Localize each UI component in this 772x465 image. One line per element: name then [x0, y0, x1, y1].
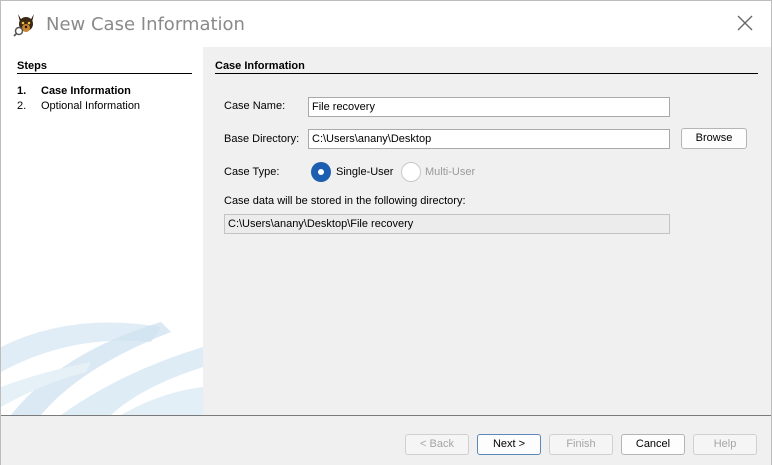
step-label: Case Information [41, 85, 131, 97]
back-button[interactable]: < Back [405, 434, 469, 455]
storage-note: Case data will be stored in the followin… [224, 195, 466, 207]
step-number: 1. [17, 85, 27, 97]
cancel-button[interactable]: Cancel [621, 434, 685, 455]
new-case-dialog: New Case Information Steps 1. Case Inform… [0, 0, 772, 465]
multi-user-label[interactable]: Multi-User [425, 166, 475, 178]
case-name-label: Case Name: [224, 100, 286, 112]
storage-path-field: C:\Users\anany\Desktop\File recovery [224, 214, 670, 234]
case-type-label: Case Type: [224, 166, 280, 178]
case-information-panel: Case Information Case Name: File recover… [203, 47, 771, 415]
browse-button[interactable]: Browse [681, 128, 747, 149]
section-heading: Case Information [215, 60, 305, 72]
step-number: 2. [17, 100, 27, 112]
close-button[interactable] [727, 9, 763, 39]
title-bar: New Case Information [1, 1, 771, 47]
step-case-information: 1. Case Information [17, 85, 131, 97]
finish-button[interactable]: Finish [549, 434, 613, 455]
section-divider [215, 73, 758, 74]
single-user-radio[interactable] [311, 162, 331, 182]
autopsy-dog-icon [13, 11, 39, 37]
close-icon [737, 15, 753, 34]
steps-heading: Steps [17, 60, 47, 72]
case-name-input[interactable]: File recovery [308, 97, 670, 117]
multi-user-radio[interactable] [401, 162, 421, 182]
steps-panel: Steps 1. Case Information 2. Optional Info… [1, 47, 203, 415]
base-directory-label: Base Directory: [224, 133, 300, 145]
step-label: Optional Information [41, 100, 141, 112]
dialog-title: New Case Information [46, 14, 245, 35]
button-bar: < Back Next > Finish Cancel Help [1, 415, 771, 465]
help-button[interactable]: Help [693, 434, 757, 455]
decorative-swoosh [1, 322, 203, 415]
single-user-label[interactable]: Single-User [336, 166, 393, 178]
steps-divider [17, 73, 192, 74]
step-optional-information: 2. Optional Information [17, 100, 140, 112]
next-button[interactable]: Next > [477, 434, 541, 455]
base-directory-input[interactable]: C:\Users\anany\Desktop [308, 129, 670, 149]
